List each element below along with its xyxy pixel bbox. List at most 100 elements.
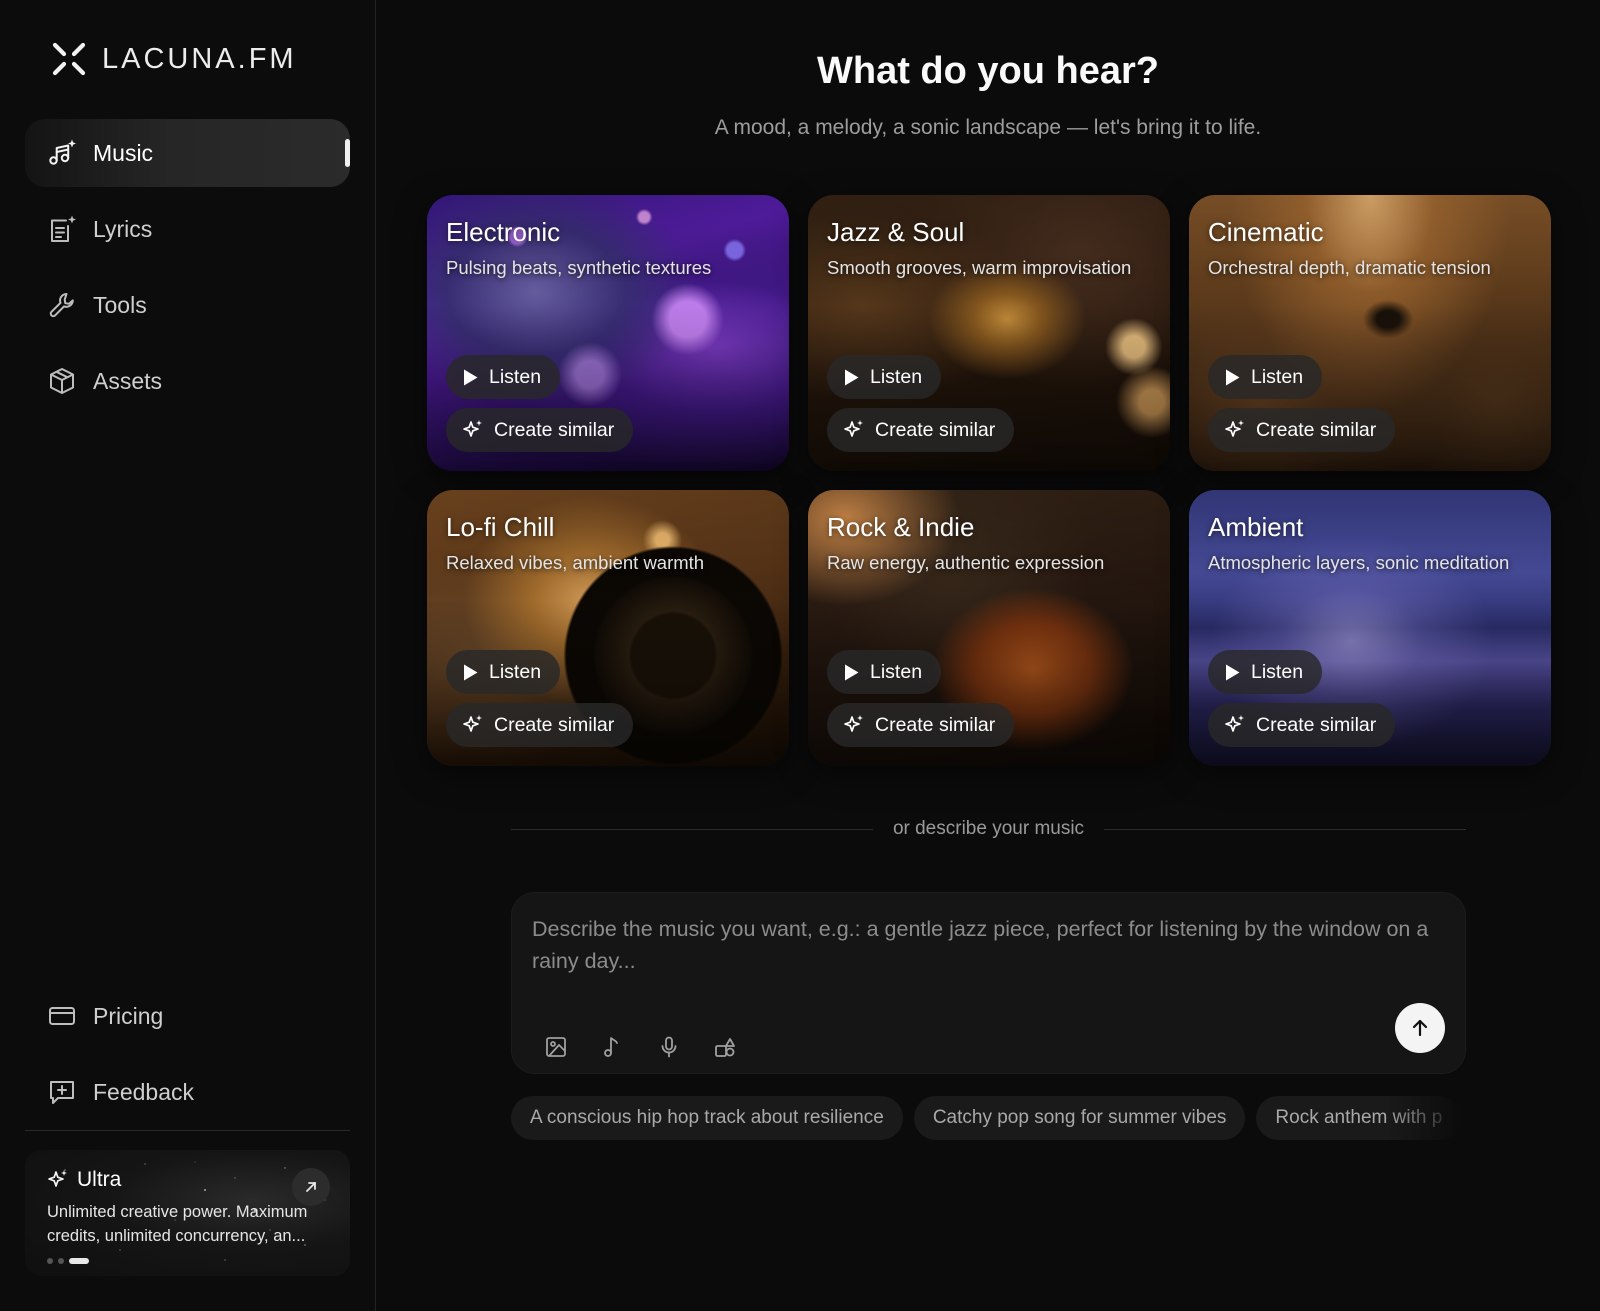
listen-button[interactable]: Listen xyxy=(1208,650,1323,694)
arrow-up-right-icon xyxy=(306,1182,316,1192)
suggestion-chip[interactable]: Rock anthem with p xyxy=(1256,1096,1462,1140)
arrow-up-icon xyxy=(1412,1019,1428,1037)
listen-label: Listen xyxy=(489,660,542,683)
wrench-icon xyxy=(49,293,74,318)
listen-button[interactable]: Listen xyxy=(446,650,561,694)
genre-card-jazz-soul[interactable]: Jazz & Soul Smooth grooves, warm improvi… xyxy=(808,195,1170,471)
genre-title: Ambient xyxy=(1208,512,1304,542)
sidebar-item-pricing[interactable]: Pricing xyxy=(25,982,350,1050)
genre-title: Electronic xyxy=(446,217,561,247)
sparkle-icon xyxy=(463,715,482,732)
divider-line xyxy=(511,828,873,830)
listen-button[interactable]: Listen xyxy=(446,355,561,399)
listen-button[interactable]: Listen xyxy=(1208,355,1323,399)
carousel-dot[interactable] xyxy=(58,1258,64,1264)
create-similar-button[interactable]: Create similar xyxy=(1208,408,1396,452)
shapes-icon xyxy=(715,1038,735,1057)
page-title: What do you hear? xyxy=(817,50,1159,92)
play-icon xyxy=(464,664,478,680)
app-root: LACUNA.FM Music Lyrics Tools Assets Pric… xyxy=(0,0,1600,1311)
attach-image-button[interactable] xyxy=(536,1027,576,1067)
divider-text: or describe your music xyxy=(892,818,1085,839)
listen-label: Listen xyxy=(870,365,923,388)
ultra-open-button[interactable] xyxy=(292,1168,330,1206)
image-icon xyxy=(546,1037,566,1057)
genre-title: Jazz & Soul xyxy=(827,217,965,247)
play-icon xyxy=(845,369,859,385)
divider-line xyxy=(1104,828,1466,830)
create-similar-button[interactable]: Create similar xyxy=(827,408,1015,452)
genre-card-electronic[interactable]: Electronic Pulsing beats, synthetic text… xyxy=(427,195,789,471)
sparkle-icon xyxy=(1225,420,1244,437)
sidebar-item-label: Pricing xyxy=(93,1002,164,1029)
sidebar-divider xyxy=(25,1130,350,1131)
play-icon xyxy=(1226,369,1240,385)
sparkle-icon xyxy=(844,420,863,437)
suggestion-chip[interactable]: A conscious hip hop track about resilien… xyxy=(511,1096,903,1140)
genre-title: Rock & Indie xyxy=(827,512,975,542)
genre-subtitle: Smooth grooves, warm improvisation xyxy=(827,257,1132,278)
play-icon xyxy=(845,664,859,680)
create-similar-button[interactable]: Create similar xyxy=(827,703,1015,747)
ultra-header: Ultra xyxy=(47,1168,328,1192)
listen-label: Listen xyxy=(870,660,923,683)
sidebar-item-label: Assets xyxy=(93,367,163,394)
sidebar-item-feedback[interactable]: Feedback xyxy=(25,1058,350,1126)
lyrics-sparkle-icon xyxy=(51,215,76,242)
genre-card-rock-indie[interactable]: Rock & Indie Raw energy, authentic expre… xyxy=(808,490,1170,766)
prompt-input[interactable] xyxy=(532,913,1442,985)
sparkle-icon xyxy=(844,715,863,732)
carousel-dot-active[interactable] xyxy=(69,1258,89,1264)
genre-card-cinematic[interactable]: Cinematic Orchestral depth, dramatic ten… xyxy=(1189,195,1551,471)
box-icon xyxy=(50,368,74,394)
sidebar-item-assets[interactable]: Assets xyxy=(25,347,350,415)
genre-card-lofi-chill[interactable]: Lo-fi Chill Relaxed vibes, ambient warmt… xyxy=(427,490,789,766)
sidebar-item-lyrics[interactable]: Lyrics xyxy=(25,195,350,263)
create-similar-button[interactable]: Create similar xyxy=(1208,703,1396,747)
active-indicator xyxy=(345,139,350,167)
genre-title: Lo-fi Chill xyxy=(446,512,555,542)
create-similar-label: Create similar xyxy=(494,418,615,441)
genre-subtitle: Pulsing beats, synthetic textures xyxy=(446,257,712,278)
genre-subtitle: Raw energy, authentic expression xyxy=(827,552,1105,573)
create-similar-button[interactable]: Create similar xyxy=(446,703,634,747)
lacuna-logo-icon xyxy=(52,42,86,76)
create-similar-label: Create similar xyxy=(875,418,996,441)
ultra-title: Ultra xyxy=(77,1168,122,1191)
feedback-icon xyxy=(50,1081,74,1104)
microphone-icon xyxy=(661,1036,677,1058)
or-divider: or describe your music xyxy=(511,818,1466,840)
genre-title: Cinematic xyxy=(1208,217,1324,247)
listen-label: Listen xyxy=(489,365,542,388)
listen-button[interactable]: Listen xyxy=(827,355,942,399)
genre-subtitle: Atmospheric layers, sonic meditation xyxy=(1208,552,1510,573)
credit-card-icon xyxy=(49,1007,75,1025)
sidebar-item-label: Music xyxy=(93,139,154,166)
play-icon xyxy=(1226,664,1240,680)
attach-audio-button[interactable] xyxy=(592,1027,632,1067)
sidebar-item-music[interactable]: Music xyxy=(25,119,350,187)
create-similar-button[interactable]: Create similar xyxy=(446,408,634,452)
sidebar: LACUNA.FM Music Lyrics Tools Assets Pric… xyxy=(0,0,376,1311)
listen-label: Listen xyxy=(1251,365,1304,388)
ultra-promo-card[interactable]: Ultra Unlimited creative power. Maximum … xyxy=(25,1150,350,1276)
create-similar-label: Create similar xyxy=(875,713,996,736)
listen-label: Listen xyxy=(1251,660,1304,683)
brand-logo[interactable]: LACUNA.FM xyxy=(50,40,297,78)
prompt-composer xyxy=(511,892,1466,1074)
brand-name: LACUNA.FM xyxy=(102,42,297,75)
sidebar-item-label: Lyrics xyxy=(93,215,153,242)
sidebar-item-tools[interactable]: Tools xyxy=(25,271,350,339)
page-subtitle: A mood, a melody, a sonic landscape — le… xyxy=(714,116,1262,139)
carousel-dot[interactable] xyxy=(47,1258,53,1264)
create-similar-label: Create similar xyxy=(1256,713,1377,736)
send-button[interactable] xyxy=(1395,1003,1445,1053)
record-voice-button[interactable] xyxy=(649,1027,689,1067)
style-options-button[interactable] xyxy=(705,1027,745,1067)
sparkle-icon xyxy=(1225,715,1244,732)
suggestion-chip[interactable]: Catchy pop song for summer vibes xyxy=(913,1096,1246,1140)
genre-card-ambient[interactable]: Ambient Atmospheric layers, sonic medita… xyxy=(1189,490,1551,766)
listen-button[interactable]: Listen xyxy=(827,650,942,694)
sparkle-icon xyxy=(48,1170,67,1187)
ultra-description: Unlimited creative power. Maximum credit… xyxy=(47,1203,308,1245)
